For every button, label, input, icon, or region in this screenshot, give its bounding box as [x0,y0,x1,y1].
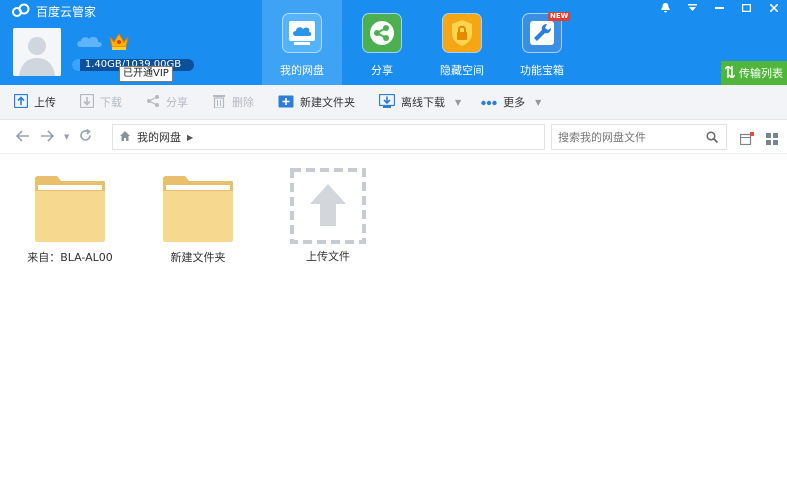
file-name: 来自：BLA-AL00 [27,251,113,264]
upload-button[interactable]: 上传 [13,93,56,111]
share-button[interactable]: 分享 [146,94,188,111]
new-folder-icon [278,94,294,111]
cloud-drive-icon [283,14,321,52]
folder-item[interactable]: 新建文件夹 [148,173,248,265]
home-icon[interactable] [119,130,131,145]
file-name: 新建文件夹 [170,251,226,264]
settings-menu-icon[interactable] [679,0,706,15]
vip-crown-icon[interactable] [108,31,130,55]
download-label: 下载 [100,96,122,109]
search-icon[interactable] [706,131,719,146]
history-dropdown-icon[interactable]: ▼ [64,133,69,141]
baidu-cloud-logo-icon [12,3,30,20]
lock-icon [443,14,481,52]
delete-button[interactable]: 删除 [212,94,254,111]
brand: 百度云管家 [12,3,96,20]
nav-share[interactable]: 分享 [342,0,422,85]
minimize-icon[interactable] [706,0,733,15]
nav-my-drive[interactable]: 我的网盘 [262,0,342,85]
folder-icon [163,176,233,242]
cloud-icon [75,33,103,52]
grid-view-icon[interactable] [766,130,778,149]
back-arrow-icon[interactable] [15,129,30,145]
more-dots-icon [481,96,497,109]
list-view-icon[interactable] [739,130,754,149]
search-box [551,124,727,150]
nav-label: 分享 [371,64,393,77]
more-button[interactable]: 更多 [481,94,525,110]
nav-label: 功能宝箱 [520,64,564,77]
transfer-icon [724,64,736,81]
app-title: 百度云管家 [36,5,97,19]
transfer-label: 传输列表 [739,67,783,80]
nav-label: 我的网盘 [280,64,324,77]
history-nav: ▼ [15,128,92,145]
trash-icon [212,94,226,111]
quota-fill [72,59,80,71]
share-icon [146,94,160,111]
file-name: 上传文件 [306,250,350,263]
app-window: 百度云管家 1.40GB/1039.00GB 已开通VIP 我的网盘 分享 隐藏… [0,0,787,489]
offline-download-icon [378,93,396,111]
offline-download-label: 离线下载 [401,96,445,109]
share-icon [363,14,401,52]
view-switcher [739,130,778,149]
maximize-icon[interactable] [733,0,760,15]
search-input[interactable] [558,130,698,144]
folder-icon [35,176,105,242]
file-grid: 来自：BLA-AL00 新建文件夹 上传文件 [0,155,787,489]
vip-tooltip: 已开通VIP [119,66,173,82]
forward-arrow-icon[interactable] [40,129,55,145]
new-folder-label: 新建文件夹 [300,96,355,109]
upload-file-tile[interactable]: 上传文件 [278,168,378,264]
delete-label: 删除 [232,96,254,109]
download-icon [79,93,95,111]
close-icon[interactable] [760,0,787,15]
notification-bell-icon[interactable] [652,0,679,15]
toolbar: 上传 下载 分享 删除 新建文件夹 离线下载 ▼ 更多 ▼ [0,85,787,120]
breadcrumb-item-my-drive[interactable]: 我的网盘 [137,129,181,145]
more-dropdown-icon[interactable]: ▼ [535,98,541,107]
new-folder-button[interactable]: 新建文件夹 [278,94,355,111]
share-label: 分享 [166,96,188,109]
nav-label: 隐藏空间 [440,64,484,77]
upload-arrow-icon [290,168,366,244]
main-nav: 我的网盘 分享 隐藏空间 NEW 功能宝箱 [262,0,582,85]
offline-download-dropdown-icon[interactable]: ▼ [455,98,461,107]
download-button[interactable]: 下载 [79,93,122,111]
nav-hidden-space[interactable]: 隐藏空间 [422,0,502,85]
new-badge: NEW [548,12,571,21]
transfer-list-button[interactable]: 传输列表 [721,61,787,85]
more-label: 更多 [503,96,526,109]
breadcrumb: 我的网盘 ▶ [112,124,545,150]
header: 百度云管家 1.40GB/1039.00GB 已开通VIP 我的网盘 分享 隐藏… [0,0,787,85]
address-bar: ▼ 我的网盘 ▶ [0,120,787,154]
folder-item[interactable]: 来自：BLA-AL00 [20,173,120,265]
offline-download-button[interactable]: 离线下载 [378,93,445,111]
upload-label: 上传 [34,96,56,109]
upload-icon [13,93,29,111]
window-controls [652,0,787,15]
refresh-icon[interactable] [79,128,92,145]
avatar[interactable] [13,28,61,76]
nav-toolbox[interactable]: NEW 功能宝箱 [502,0,582,85]
breadcrumb-chevron-icon[interactable]: ▶ [187,133,193,142]
